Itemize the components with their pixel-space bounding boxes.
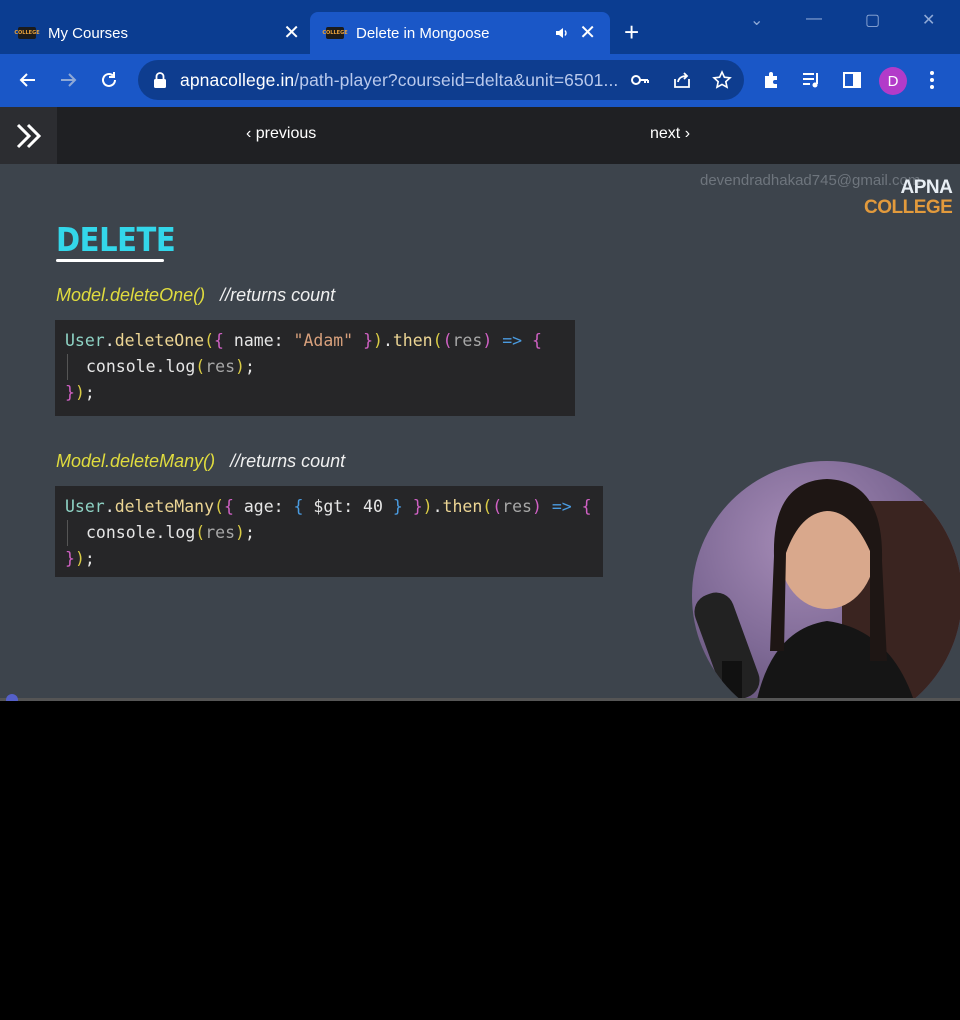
close-tab-icon[interactable]: ✕	[283, 23, 300, 43]
code-line: User.deleteMany({ age: { $gt: 40 } }).th…	[65, 497, 592, 516]
apna-college-favicon: COLLEGE	[14, 27, 40, 39]
extensions-button[interactable]	[758, 66, 786, 94]
bookmark-star-icon[interactable]	[712, 70, 732, 90]
tab-label: Delete in Mongoose	[356, 24, 490, 42]
lesson-navigation-bar: ‹ previous next ›	[0, 107, 960, 164]
reload-icon	[102, 72, 116, 87]
url-path: /path-player?courseid=delta&unit=6501...	[294, 69, 619, 90]
expand-sidebar-button[interactable]	[0, 107, 57, 164]
presenter-webcam-overlay	[692, 461, 960, 700]
lock-icon[interactable]	[152, 71, 168, 89]
puzzle-icon	[765, 72, 777, 88]
tab-search-icon[interactable]: ⌄	[750, 10, 763, 30]
share-icon[interactable]	[672, 70, 692, 90]
method-heading-deletemany: Model.deleteMany() //returns count	[56, 451, 345, 472]
double-chevron-right-icon	[16, 123, 41, 148]
tab-delete-in-mongoose[interactable]: COLLEGE Delete in Mongoose ✕	[310, 12, 610, 54]
side-panel-button[interactable]	[838, 66, 866, 94]
back-arrow-icon	[19, 73, 35, 87]
previous-button[interactable]: ‹ previous	[246, 125, 316, 143]
logo-line-1: APNA	[900, 177, 953, 198]
code-block-deleteone: User.deleteOne({ name: "Adam" }).then((r…	[55, 320, 575, 416]
code-line: console.log(res);	[67, 520, 593, 546]
method-heading-deleteone: Model.deleteOne() //returns count	[56, 285, 335, 306]
method-name: Model.deleteMany()	[56, 451, 216, 471]
tab-my-courses[interactable]: COLLEGE My Courses ✕	[14, 12, 308, 54]
method-comment: //returns count	[230, 451, 346, 471]
logo-line-2: COLLEGE	[864, 197, 953, 218]
code-block-deletemany: User.deleteMany({ age: { $gt: 40 } }).th…	[55, 486, 603, 577]
code-line: });	[65, 549, 95, 568]
close-window-button[interactable]: ✕	[922, 10, 935, 30]
kebab-menu-icon	[930, 71, 934, 89]
presenter-image	[694, 479, 960, 700]
back-button[interactable]	[14, 66, 42, 94]
method-name: Model.deleteOne()	[56, 285, 206, 305]
url-domain: apnacollege.in	[180, 69, 295, 90]
key-icon[interactable]	[630, 71, 650, 89]
apna-college-logo: APNA COLLEGE	[864, 177, 953, 218]
menu-button[interactable]	[918, 66, 946, 94]
apna-college-favicon: COLLEGE	[322, 27, 348, 39]
profile-avatar[interactable]: D	[879, 67, 907, 95]
next-button[interactable]: next ›	[650, 125, 690, 143]
minimize-button[interactable]: —	[806, 10, 822, 28]
url-text: apnacollege.in/path-player?courseid=delt…	[180, 70, 618, 91]
forward-arrow-icon	[61, 73, 77, 87]
code-line: });	[65, 383, 95, 402]
media-control-button[interactable]	[798, 66, 826, 94]
reload-button[interactable]	[95, 66, 123, 94]
slide-title: DELETE	[56, 220, 176, 259]
video-player[interactable]: devendradhakad745@gmail.com APNA COLLEGE…	[0, 164, 960, 700]
close-tab-icon[interactable]: ✕	[579, 23, 596, 43]
tab-label: My Courses	[48, 24, 129, 42]
code-line: console.log(res);	[67, 354, 565, 380]
method-comment: //returns count	[220, 285, 336, 305]
browser-toolbar: apnacollege.in/path-player?courseid=delt…	[0, 54, 960, 107]
video-letterbox	[0, 701, 960, 1020]
tab-strip: COLLEGE My Courses ✕ COLLEGE Delete in M…	[0, 0, 960, 54]
title-underline	[56, 259, 164, 262]
maximize-button[interactable]: ▢	[865, 10, 880, 30]
media-queue-icon	[803, 73, 818, 88]
new-tab-button[interactable]: +	[624, 19, 639, 45]
forward-button[interactable]	[54, 66, 82, 94]
side-panel-icon	[843, 72, 861, 88]
speaker-icon[interactable]	[554, 25, 570, 41]
address-bar[interactable]: apnacollege.in/path-player?courseid=delt…	[138, 60, 744, 100]
code-line: User.deleteOne({ name: "Adam" }).then((r…	[65, 331, 542, 350]
